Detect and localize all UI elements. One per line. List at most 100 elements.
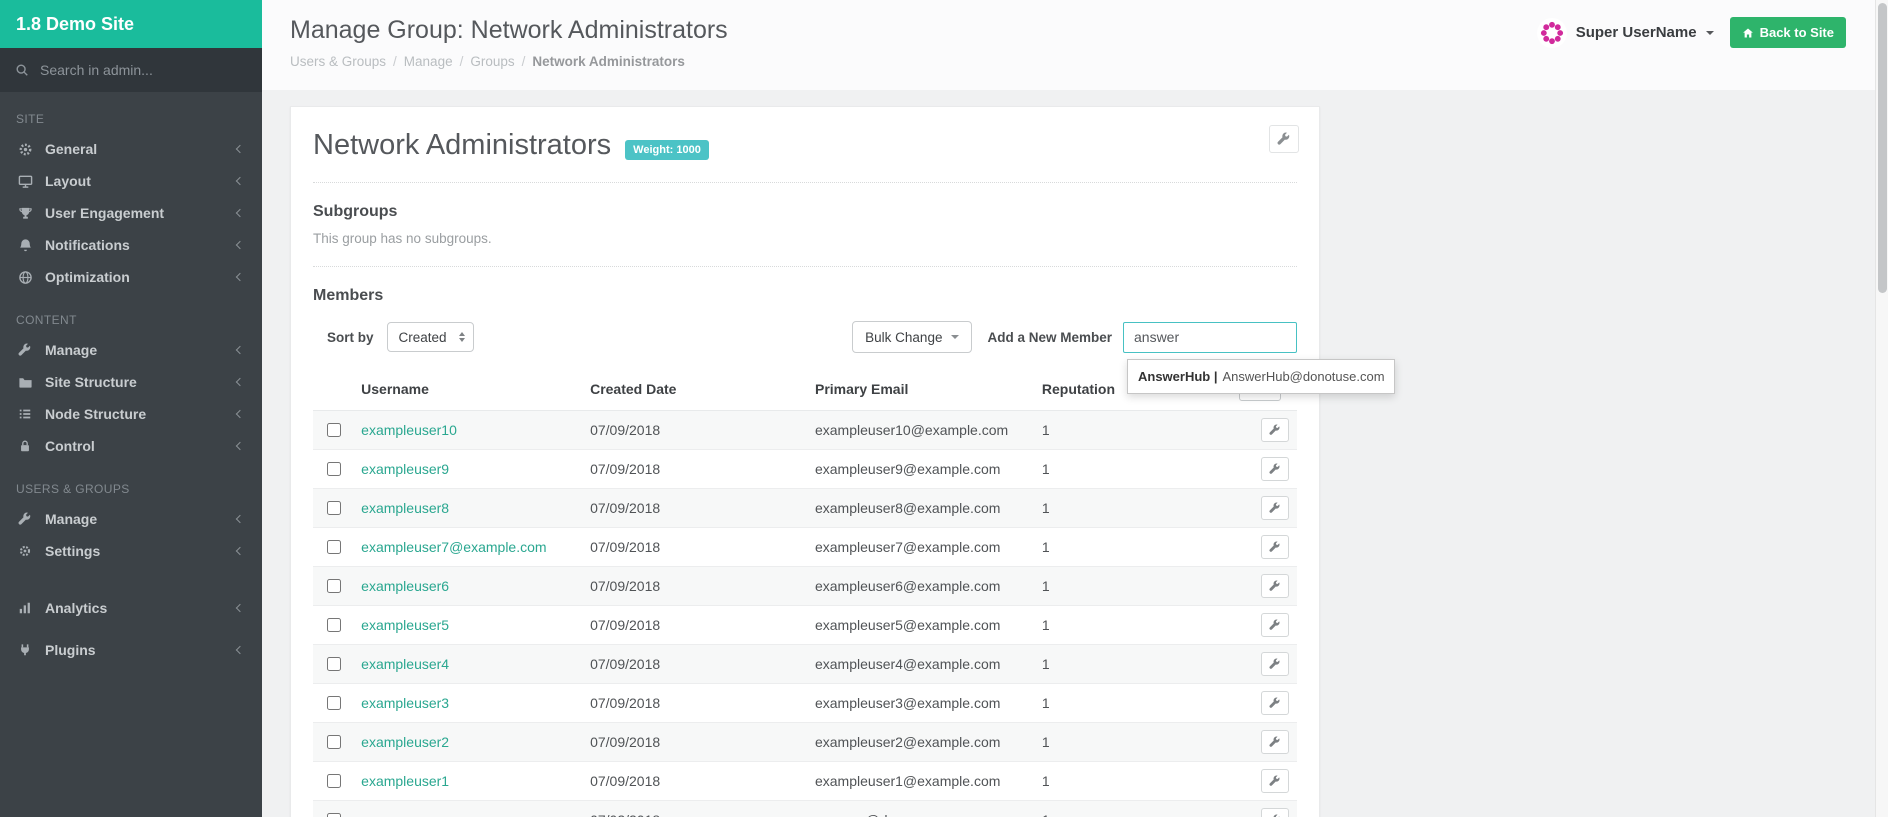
- row-checkbox[interactable]: [327, 774, 341, 788]
- breadcrumb-link[interactable]: Groups: [470, 54, 514, 69]
- members-table-body: exampleuser10 07/09/2018 exampleuser10@e…: [313, 410, 1297, 817]
- username-link[interactable]: exampleuser1: [361, 773, 449, 789]
- divider: [313, 182, 1297, 183]
- row-wrench-button[interactable]: [1261, 574, 1289, 598]
- row-checkbox[interactable]: [327, 501, 341, 515]
- sidebar-item-node-structure[interactable]: Node Structure: [0, 398, 262, 430]
- created-date-cell: 07/09/2018: [590, 539, 661, 555]
- member-suggestion[interactable]: AnswerHub | AnswerHub@donotuse.com: [1127, 358, 1395, 394]
- username-link[interactable]: exampleuser6: [361, 578, 449, 594]
- weight-badge: Weight: 1000: [625, 139, 709, 160]
- checkbox-cell: [313, 645, 355, 684]
- section-label-site: SITE: [16, 112, 45, 126]
- table-row: exampleuser8 07/09/2018 exampleuser8@exa…: [313, 488, 1297, 528]
- sidebar-item-label: Settings: [45, 543, 101, 559]
- avatar: [1536, 17, 1567, 48]
- sort-select[interactable]: Created: [386, 322, 474, 352]
- reputation-cell: 1: [1041, 461, 1050, 477]
- table-row: exampleuser10 07/09/2018 exampleuser10@e…: [313, 410, 1297, 450]
- row-wrench-button[interactable]: [1261, 457, 1289, 481]
- actions-cell: [1233, 489, 1297, 528]
- row-wrench-button[interactable]: [1261, 730, 1289, 754]
- row-checkbox[interactable]: [327, 696, 341, 710]
- user-menu-button[interactable]: Super UserName: [1536, 17, 1714, 48]
- sidebar-item-optimization[interactable]: Optimization: [0, 261, 262, 293]
- sidebar-item-plugins[interactable]: Plugins: [0, 629, 262, 671]
- bar-chart-icon: [16, 600, 34, 616]
- sidebar-item-control[interactable]: Control: [0, 430, 262, 462]
- site-brand[interactable]: 1.8 Demo Site: [0, 0, 262, 48]
- sidebar-item-layout[interactable]: Layout: [0, 165, 262, 197]
- row-checkbox[interactable]: [327, 462, 341, 476]
- email-cell: exampleuser3@example.com: [814, 695, 1001, 711]
- breadcrumb-link[interactable]: Users & Groups: [290, 54, 386, 69]
- row-wrench-button[interactable]: [1261, 691, 1289, 715]
- reputation-cell: 1: [1041, 695, 1050, 711]
- table-row: exampleuser5 07/09/2018 exampleuser5@exa…: [313, 605, 1297, 645]
- sidebar-item-general[interactable]: General: [0, 133, 262, 165]
- bell-icon: [16, 237, 34, 253]
- email-cell: exampleuser5@example.com: [814, 617, 1001, 633]
- reputation-cell: 1: [1041, 656, 1050, 672]
- actions-cell: [1233, 450, 1297, 489]
- row-wrench-button[interactable]: [1261, 418, 1289, 442]
- scrollbar-thumb[interactable]: [1877, 3, 1887, 293]
- username-link[interactable]: exampleuser8: [361, 500, 449, 516]
- row-checkbox[interactable]: [327, 579, 341, 593]
- created-date-cell: 07/09/2018: [590, 695, 661, 711]
- row-wrench-button[interactable]: [1261, 808, 1289, 817]
- sidebar-item-label: Analytics: [45, 600, 108, 616]
- table-row: emmam 07/02/2018 emmam@dzone.com 1: [313, 800, 1297, 817]
- search-icon: [15, 63, 29, 77]
- sidebar: 1.8 Demo Site SITE General Layout User E…: [0, 0, 262, 817]
- sidebar-item-users-manage[interactable]: Manage: [0, 503, 262, 535]
- sidebar-item-site-structure[interactable]: Site Structure: [0, 366, 262, 398]
- username-cell: exampleuser10: [355, 411, 584, 450]
- reputation-cell: 1: [1041, 773, 1050, 789]
- username-link[interactable]: exampleuser2: [361, 734, 449, 750]
- chevron-left-icon: [235, 176, 245, 186]
- chevron-left-icon: [235, 441, 245, 451]
- reputation-cell: 1: [1041, 617, 1050, 633]
- sidebar-item-analytics[interactable]: Analytics: [0, 587, 262, 629]
- sidebar-item-content-manage[interactable]: Manage: [0, 334, 262, 366]
- username-link[interactable]: exampleuser4: [361, 656, 449, 672]
- bulk-change-button[interactable]: Bulk Change: [852, 321, 973, 353]
- email-cell: exampleuser4@example.com: [814, 656, 1001, 672]
- sidebar-item-user-engagement[interactable]: User Engagement: [0, 197, 262, 229]
- sidebar-item-label: Notifications: [45, 237, 130, 253]
- row-wrench-button[interactable]: [1261, 496, 1289, 520]
- row-wrench-button[interactable]: [1261, 769, 1289, 793]
- row-checkbox[interactable]: [327, 540, 341, 554]
- row-checkbox[interactable]: [327, 618, 341, 632]
- checkbox-column-header: [313, 367, 356, 411]
- row-checkbox[interactable]: [327, 657, 341, 671]
- breadcrumb-link[interactable]: Manage: [404, 54, 453, 69]
- row-checkbox[interactable]: [327, 423, 341, 437]
- panel-wrench-button[interactable]: [1269, 125, 1299, 153]
- actions-cell: [1233, 411, 1297, 450]
- username-link[interactable]: exampleuser10: [361, 422, 457, 438]
- username-link[interactable]: emmam: [361, 812, 412, 817]
- username-link[interactable]: exampleuser5: [361, 617, 449, 633]
- row-wrench-button[interactable]: [1261, 652, 1289, 676]
- username-link[interactable]: exampleuser3: [361, 695, 449, 711]
- row-checkbox[interactable]: [327, 735, 341, 749]
- username-link[interactable]: exampleuser7@example.com: [361, 539, 546, 555]
- add-member-input[interactable]: [1123, 321, 1297, 353]
- vertical-scrollbar[interactable]: [1875, 0, 1888, 817]
- sidebar-item-notifications[interactable]: Notifications: [0, 229, 262, 261]
- sidebar-extra-section: Analytics Plugins: [0, 587, 262, 671]
- username-link[interactable]: exampleuser9: [361, 461, 449, 477]
- username-cell: exampleuser5: [355, 606, 584, 645]
- search-input[interactable]: [38, 61, 247, 79]
- sidebar-item-settings[interactable]: Settings: [0, 535, 262, 567]
- admin-search: [0, 48, 262, 92]
- back-to-site-button[interactable]: Back to Site: [1729, 17, 1846, 48]
- row-wrench-button[interactable]: [1261, 613, 1289, 637]
- row-wrench-button[interactable]: [1261, 535, 1289, 559]
- subgroups-heading: Subgroups: [313, 203, 398, 220]
- row-checkbox[interactable]: [327, 813, 341, 817]
- chevron-left-icon: [235, 409, 245, 419]
- breadcrumb-separator: /: [393, 54, 397, 69]
